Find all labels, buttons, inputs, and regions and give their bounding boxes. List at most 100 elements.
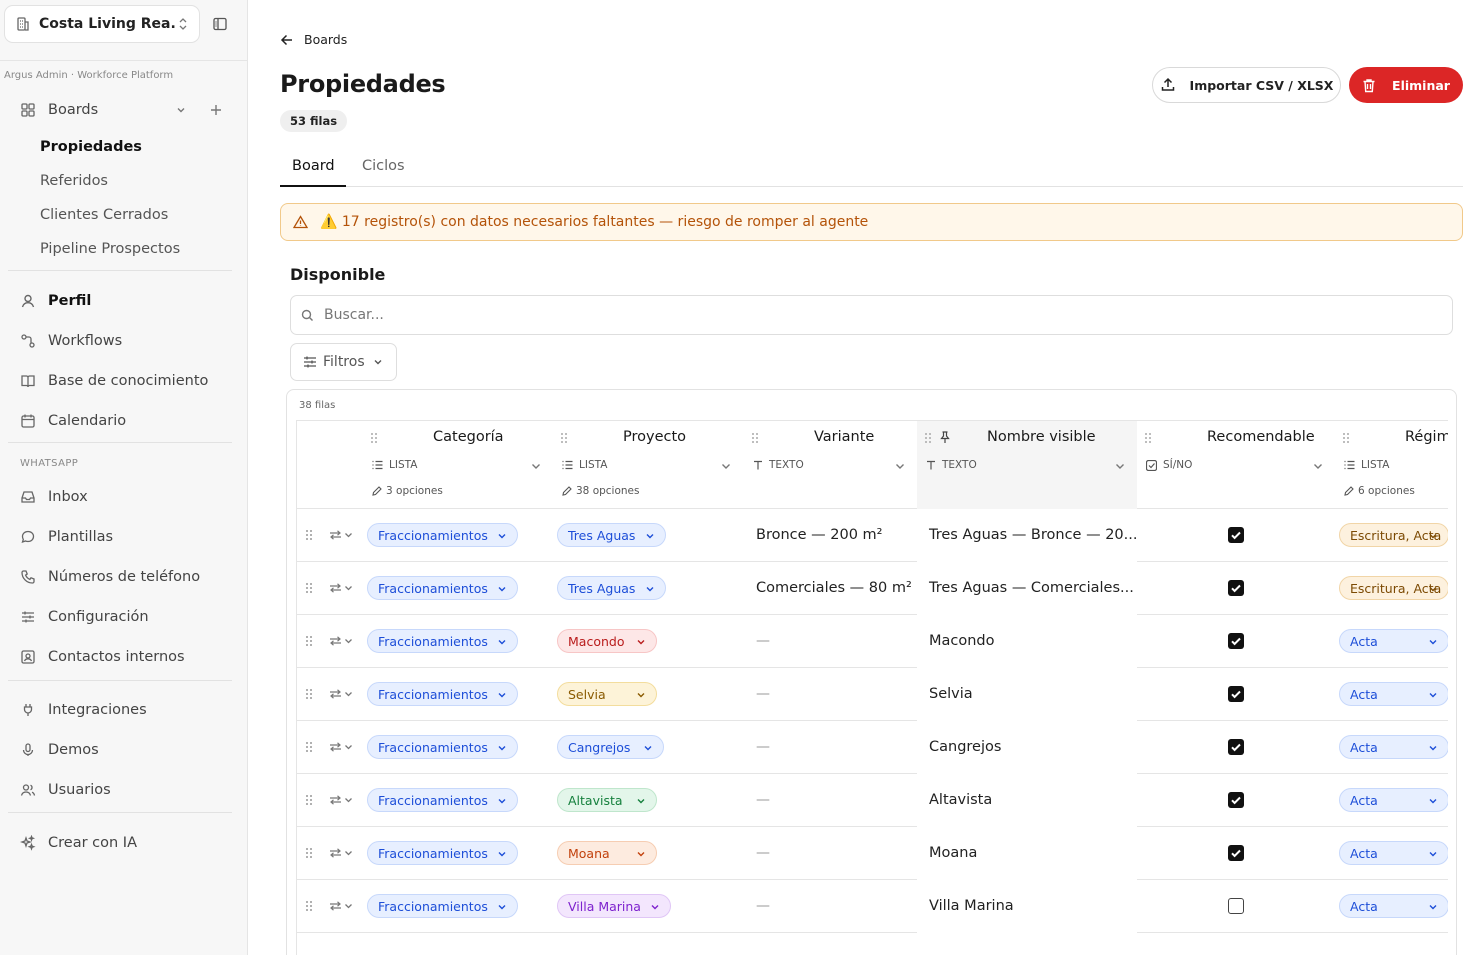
drag-handle-icon[interactable] [751,432,759,444]
column-options[interactable]: 6 opciones [1344,485,1415,497]
board-item-clientes-cerrados[interactable]: Clientes Cerrados [40,207,168,223]
drag-handle-icon[interactable] [1342,432,1350,444]
column-options[interactable]: 38 opciones [562,485,640,497]
chevron-down-icon[interactable] [175,104,187,116]
variante-cell[interactable]: — [756,686,770,702]
proyecto-pill[interactable]: Cangrejos [557,735,664,759]
sidebar-item-numeros-telefono[interactable]: Números de teléfono [8,561,232,593]
pin-icon[interactable] [939,431,951,444]
drag-handle-icon[interactable] [370,432,378,444]
recomendable-checkbox[interactable] [1228,792,1244,808]
variante-cell[interactable]: — [756,845,770,861]
column-title-proyecto[interactable]: Proyecto [623,429,686,445]
drag-handle-icon[interactable] [1144,432,1152,444]
row-drag-handle-icon[interactable] [305,741,313,753]
regimen-pill[interactable]: Escritura, Acta [1339,523,1448,547]
recomendable-checkbox[interactable] [1228,580,1244,596]
recomendable-checkbox[interactable] [1228,527,1244,543]
row-drag-handle-icon[interactable] [305,635,313,647]
row-move-button[interactable] [329,795,353,805]
collapse-sidebar-button[interactable] [206,10,234,38]
table-row[interactable]: Fraccionamientos Tres Aguas Comerciales — … [297,562,1448,615]
sidebar-item-workflows[interactable]: Workflows [8,325,232,357]
sidebar-item-integraciones[interactable]: Integraciones [8,694,232,726]
chevron-down-icon[interactable] [1312,460,1324,472]
drag-handle-icon[interactable] [560,432,568,444]
categoria-pill[interactable]: Fraccionamientos [367,576,518,600]
proyecto-pill[interactable]: Villa Marina [557,894,671,918]
proyecto-pill[interactable]: Tres Aguas [557,523,666,547]
chevron-down-icon[interactable] [894,460,906,472]
recomendable-checkbox[interactable] [1228,633,1244,649]
column-options[interactable]: 3 opciones [372,485,443,497]
nombre-visible-cell[interactable]: Moana [929,845,977,861]
sidebar-item-boards[interactable]: Boards [8,94,232,126]
table-row[interactable]: Fraccionamientos Villa Marina — Villa Marin… [297,880,1448,933]
add-board-icon[interactable] [209,103,223,117]
variante-cell[interactable]: — [756,633,770,649]
table-row[interactable]: Fraccionamientos Moana — Moana Acta [297,827,1448,880]
search-input[interactable]: Buscar... [290,295,1453,335]
nombre-visible-cell[interactable]: Villa Marina [929,898,1014,914]
row-drag-handle-icon[interactable] [305,900,313,912]
recomendable-checkbox[interactable] [1228,739,1244,755]
row-move-button[interactable] [329,583,353,593]
board-item-referidos[interactable]: Referidos [40,173,108,189]
table-row[interactable]: Fraccionamientos Selvia — Selvia Acta [297,668,1448,721]
tab-board[interactable]: Board [292,158,335,174]
variante-cell[interactable]: — [756,792,770,808]
sidebar-item-perfil[interactable]: Perfil [8,285,232,317]
regimen-pill[interactable]: Acta [1339,841,1448,865]
sidebar-item-configuracion[interactable]: Configuración [8,601,232,633]
nombre-visible-cell[interactable]: Altavista [929,792,992,808]
board-item-propiedades[interactable]: Propiedades [40,139,142,155]
proyecto-pill[interactable]: Selvia [557,682,657,706]
sidebar-item-base-conocimiento[interactable]: Base de conocimiento [8,365,232,397]
sidebar-item-crear-con-ia[interactable]: Crear con IA [8,827,232,859]
sidebar-item-inbox[interactable]: Inbox [8,481,232,513]
row-move-button[interactable] [329,530,353,540]
column-title-categoria[interactable]: Categoría [433,429,504,445]
row-move-button[interactable] [329,742,353,752]
column-title-variante[interactable]: Variante [814,429,874,445]
nombre-visible-cell[interactable]: Tres Aguas — Comerciales... [929,580,1134,596]
table-row[interactable]: Fraccionamientos Cangrejos — Cangrejos Acta [297,721,1448,774]
categoria-pill[interactable]: Fraccionamientos [367,841,518,865]
regimen-pill[interactable]: Escritura, Acta [1339,576,1448,600]
variante-cell[interactable]: — [756,739,770,755]
sidebar-item-plantillas[interactable]: Plantillas [8,521,232,553]
column-title-nombre-visible[interactable]: Nombre visible [987,429,1096,445]
nombre-visible-cell[interactable]: Selvia [929,686,973,702]
workspace-switcher[interactable]: Costa Living Rea... [4,5,200,43]
row-move-button[interactable] [329,901,353,911]
categoria-pill[interactable]: Fraccionamientos [367,894,518,918]
recomendable-checkbox[interactable] [1228,898,1244,914]
proyecto-pill[interactable]: Altavista [557,788,657,812]
proyecto-pill[interactable]: Macondo [557,629,657,653]
categoria-pill[interactable]: Fraccionamientos [367,788,518,812]
variante-cell[interactable]: Comerciales — 80 m² [756,580,912,596]
sidebar-item-usuarios[interactable]: Usuarios [8,774,232,806]
regimen-pill[interactable]: Acta [1339,788,1448,812]
board-item-pipeline-prospectos[interactable]: Pipeline Prospectos [40,241,180,257]
tab-ciclos[interactable]: Ciclos [362,158,405,174]
proyecto-pill[interactable]: Tres Aguas [557,576,666,600]
proyecto-pill[interactable]: Moana [557,841,657,865]
table-row[interactable]: Fraccionamientos Tres Aguas Bronce — 200 m… [297,509,1448,562]
table-row[interactable]: Fraccionamientos Macondo — Macondo Acta [297,615,1448,668]
variante-cell[interactable]: — [756,898,770,914]
drag-handle-icon[interactable] [924,432,932,444]
regimen-pill[interactable]: Acta [1339,894,1448,918]
recomendable-checkbox[interactable] [1228,845,1244,861]
chevron-down-icon[interactable] [530,460,542,472]
sidebar-item-demos[interactable]: Demos [8,734,232,766]
regimen-pill[interactable]: Acta [1339,682,1448,706]
recomendable-checkbox[interactable] [1228,686,1244,702]
row-drag-handle-icon[interactable] [305,847,313,859]
table-row[interactable] [297,933,1448,955]
sidebar-item-calendario[interactable]: Calendario [8,405,232,437]
sidebar-item-contactos-internos[interactable]: Contactos internos [8,641,232,673]
row-drag-handle-icon[interactable] [305,688,313,700]
nombre-visible-cell[interactable]: Macondo [929,633,995,649]
row-drag-handle-icon[interactable] [305,582,313,594]
